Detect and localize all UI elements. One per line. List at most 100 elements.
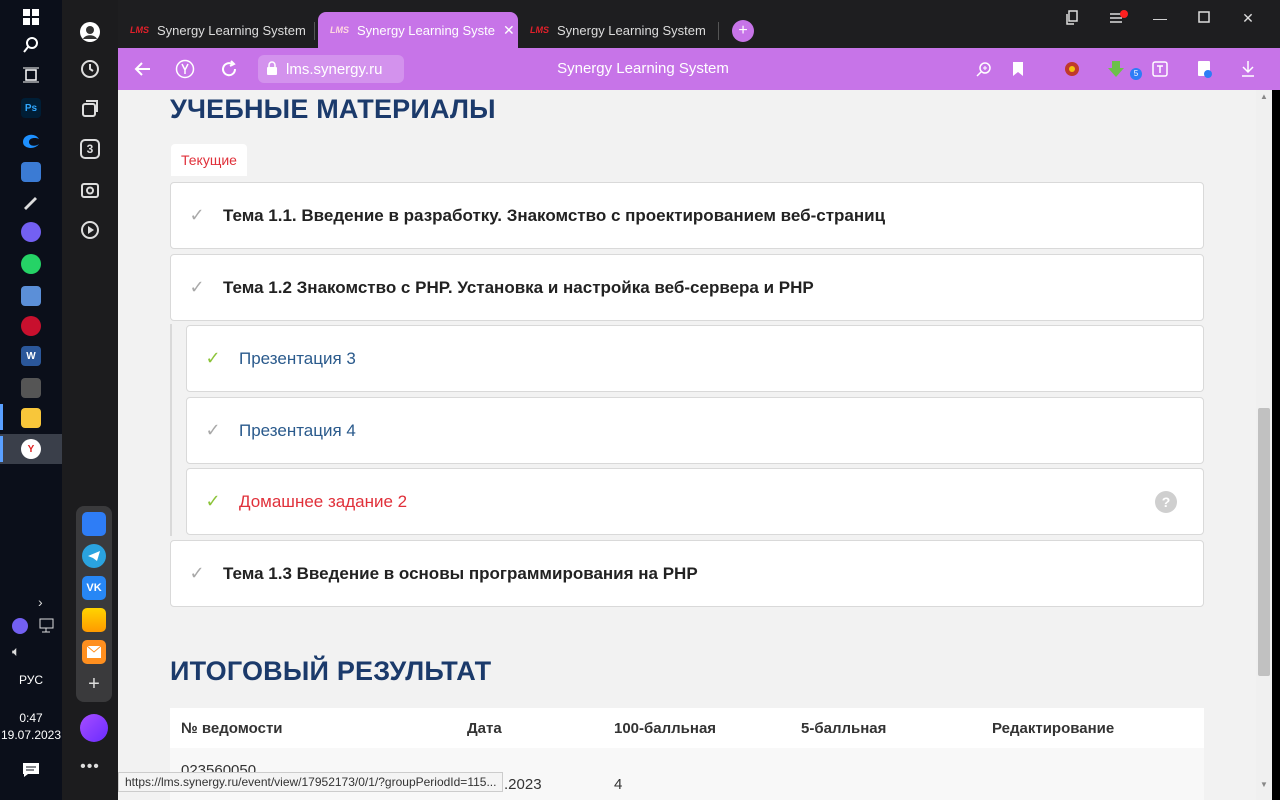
topic-label: Тема 1.2 Знакомство с PHP. Установка и н… (223, 277, 814, 297)
volume-icon[interactable]: 🔈︎ (12, 643, 20, 660)
check-icon: ✓ (189, 205, 205, 225)
alice-assistant-icon[interactable] (80, 714, 108, 742)
history-icon[interactable] (78, 57, 102, 81)
viber-tray-icon[interactable] (12, 618, 28, 634)
add-app-icon[interactable]: + (82, 672, 106, 696)
telegram-app-icon[interactable] (82, 544, 106, 568)
maximize-icon[interactable] (1192, 10, 1216, 30)
column-header: 5-балльная (801, 719, 887, 737)
rubles-app-icon[interactable] (21, 316, 41, 336)
edge-app-icon[interactable] (21, 130, 41, 150)
bookmark-icon[interactable] (1008, 59, 1028, 79)
topic-item[interactable]: ✓ Тема 1.2 Знакомство с PHP. Установка и… (170, 254, 1204, 321)
help-icon[interactable]: ? (1155, 490, 1177, 513)
tabs-count-icon[interactable]: 3 (80, 139, 100, 159)
check-icon: ✓ (205, 491, 221, 511)
downloads-icon[interactable] (1238, 59, 1258, 79)
subitem-label: Домашнее задание 2 (239, 491, 408, 511)
scroll-down-icon[interactable]: ▼ (1260, 780, 1268, 789)
yandex-icon[interactable] (174, 58, 196, 80)
tab-current[interactable]: Текущие (171, 144, 247, 176)
remote-desktop-app-icon[interactable] (21, 162, 41, 182)
clock-date[interactable]: 19.07.2023 (0, 728, 62, 742)
tab-0[interactable]: LMS Synergy Learning System (118, 12, 312, 48)
network-icon[interactable] (36, 618, 54, 637)
tabs-list-icon[interactable] (1060, 10, 1084, 30)
lock-icon (266, 60, 278, 78)
topic-label: Тема 1.3 Введение в основы программирова… (223, 563, 698, 583)
screenshot-icon[interactable] (78, 178, 102, 202)
photoshop-app-icon[interactable]: Ps (21, 98, 41, 118)
close-tab-icon[interactable]: ✕ (503, 22, 515, 39)
ublock-extension-icon[interactable] (1062, 59, 1082, 79)
new-tab-button[interactable]: + (732, 20, 754, 42)
status-url-tooltip: https://lms.synergy.ru/event/view/179521… (118, 772, 504, 792)
scrollbar-thumb[interactable] (1258, 408, 1270, 676)
viber-app-icon[interactable] (21, 222, 41, 242)
zoom-icon[interactable] (974, 59, 994, 79)
url-text: lms.synergy.ru (286, 60, 383, 78)
task-view-icon[interactable] (18, 62, 44, 88)
tab-title: Synergy Learning System (357, 22, 495, 38)
yandex-browser-app-icon[interactable]: Y (21, 439, 41, 459)
address-bar: lms.synergy.ru Synergy Learning System (118, 48, 1280, 90)
subitem[interactable]: ✓ Презентация 4 (186, 397, 1204, 464)
materials-heading: УЧЕБНЫЕ МАТЕРИАЛЫ (170, 94, 496, 124)
tab-separator (314, 22, 315, 40)
tab-separator (718, 22, 719, 40)
topic-item[interactable]: ✓ Тема 1.1. Введение в разработку. Знако… (170, 182, 1204, 249)
chevron-right-icon[interactable]: › (38, 594, 43, 610)
downloads-count-badge: 5 (1130, 68, 1142, 80)
tab-title: Synergy Learning System (157, 22, 306, 38)
minimize-icon[interactable]: — (1148, 10, 1172, 30)
tab-1[interactable]: LMS Synergy Learning System ✕ (318, 12, 518, 48)
scroll-up-icon[interactable]: ▲ (1260, 92, 1268, 101)
subitem[interactable]: ✓ Домашнее задание 2 ? (186, 468, 1204, 535)
windows-start-icon[interactable] (18, 4, 44, 30)
column-header: Редактирование (992, 719, 1115, 737)
whatsapp-app-icon[interactable] (21, 254, 41, 274)
page-title: Synergy Learning System (557, 60, 729, 77)
tab-2[interactable]: LMS Synergy Learning System (518, 12, 716, 48)
notifications-icon[interactable] (22, 762, 40, 781)
page-content: УЧЕБНЫЕ МАТЕРИАЛЫ Текущие ✓ Тема 1.1. Вв… (118, 90, 1256, 800)
calculator-app-icon[interactable] (21, 378, 41, 398)
column-header: № ведомости (181, 719, 283, 737)
profile-icon[interactable] (78, 20, 102, 44)
reload-icon[interactable] (218, 58, 240, 80)
subitem[interactable]: ✓ Презентация 3 (186, 325, 1204, 392)
play-icon[interactable] (78, 218, 102, 242)
subitem-label: Презентация 3 (239, 348, 356, 368)
results-table-header: № ведомости Дата 100-балльная 5-балльная… (170, 708, 1204, 748)
translate-extension-icon[interactable] (1150, 59, 1170, 79)
cell-date: .2023 (504, 776, 542, 793)
lms-favicon-icon: LMS (530, 25, 549, 35)
side-apps-panel: VK + (76, 506, 112, 702)
images-app-icon[interactable] (82, 608, 106, 632)
pen-app-icon[interactable] (21, 192, 41, 212)
search-icon[interactable] (18, 32, 44, 58)
topic-item[interactable]: ✓ Тема 1.3 Введение в основы программиро… (170, 540, 1204, 607)
more-icon[interactable]: ••• (62, 758, 118, 776)
check-icon: ✓ (189, 277, 205, 297)
url-field[interactable]: lms.synergy.ru (258, 55, 404, 83)
page-scrollbar[interactable]: ▲ ▼ (1256, 90, 1272, 800)
lms-favicon-icon: LMS (130, 25, 149, 35)
clock-time[interactable]: 0:47 (0, 711, 62, 725)
monitor-app-icon[interactable] (21, 286, 41, 306)
mail-app-icon[interactable] (82, 640, 106, 664)
active-app-indicator (0, 436, 3, 462)
gallery-app-icon[interactable] (82, 512, 106, 536)
collections-icon[interactable] (78, 97, 102, 121)
language-indicator[interactable]: РУС (0, 673, 62, 687)
word-app-icon[interactable]: W (21, 346, 41, 366)
back-arrow-icon[interactable] (132, 58, 154, 80)
check-icon: ✓ (205, 348, 221, 368)
window-edge (1272, 90, 1280, 800)
close-window-icon[interactable]: ✕ (1236, 10, 1260, 30)
download-extension-icon[interactable] (1106, 59, 1126, 79)
file-explorer-app-icon[interactable] (21, 408, 41, 428)
reader-extension-icon[interactable] (1194, 59, 1214, 79)
vk-app-icon[interactable]: VK (82, 576, 106, 600)
results-heading: ИТОГОВЫЙ РЕЗУЛЬТАТ (170, 656, 492, 686)
